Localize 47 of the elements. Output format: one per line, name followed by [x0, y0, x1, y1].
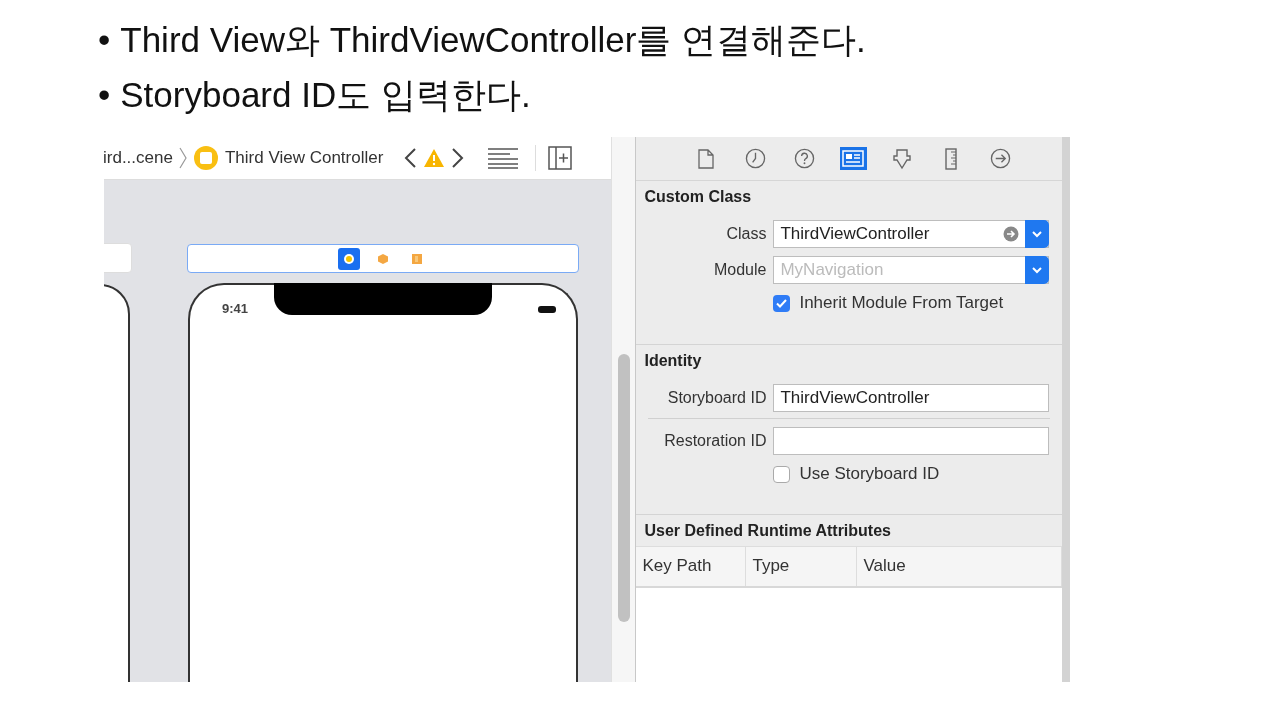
checkbox[interactable] [773, 465, 791, 483]
shield-icon [891, 147, 914, 170]
restoration-id-field[interactable] [773, 427, 1050, 455]
inspector-tab[interactable] [839, 147, 867, 170]
chevron-down-icon [1031, 230, 1044, 238]
bullet-marker: • [98, 19, 111, 61]
controller-icon [192, 145, 219, 171]
checkbox-label: Use Storyboard ID [799, 464, 940, 484]
storyboard-id-field[interactable]: ThirdViewController [773, 384, 1050, 412]
section-title: Custom Class [643, 187, 753, 207]
field-label: Class [725, 225, 767, 243]
chevron-right-icon [178, 147, 187, 169]
breadcrumb-item[interactable]: ird...cene [104, 148, 173, 168]
exit-icon [411, 252, 423, 265]
chevron-down-icon [1031, 266, 1044, 274]
add-editor-icon[interactable] [548, 146, 573, 170]
lines-icon[interactable] [487, 147, 520, 169]
battery-icon [538, 306, 556, 313]
controller-icon [343, 252, 355, 265]
chevron-right-icon[interactable] [451, 147, 466, 169]
bullet-marker: • [98, 74, 111, 116]
identity-card-icon [842, 150, 865, 167]
breadcrumb-item[interactable]: Third View Controller [224, 148, 384, 168]
checkbox[interactable] [773, 294, 791, 312]
section-title: Identity [643, 351, 703, 371]
ruler-icon [945, 147, 958, 170]
field-label: Restoration ID [663, 432, 767, 450]
clock-icon [744, 148, 766, 169]
arrow-circle-icon [989, 148, 1011, 169]
checkmark-icon [776, 298, 788, 308]
field-label: Module [712, 261, 767, 279]
chevron-left-icon[interactable] [403, 147, 418, 169]
field-label: Storyboard ID [666, 389, 767, 407]
help-icon [793, 148, 815, 169]
section-title: User Defined Runtime Attributes [643, 521, 892, 541]
arrow-circle-icon[interactable] [1003, 226, 1020, 242]
cube-icon [377, 252, 389, 265]
column-header[interactable]: Type [746, 547, 858, 586]
checkbox-label: Inherit Module From Target [799, 293, 1004, 313]
scrollbar-thumb[interactable] [617, 354, 630, 622]
class-combo-box[interactable]: ThirdViewController [773, 220, 1050, 248]
dock-button[interactable] [338, 247, 360, 270]
bullet-text: Third View와 ThirdViewController를 연결해준다. [120, 19, 866, 61]
bullet-text: Storyboard ID도 입력한다. [120, 74, 531, 116]
file-icon [698, 148, 715, 169]
status-time: 9:41 [222, 301, 249, 316]
column-header[interactable]: Key Path [636, 547, 747, 586]
